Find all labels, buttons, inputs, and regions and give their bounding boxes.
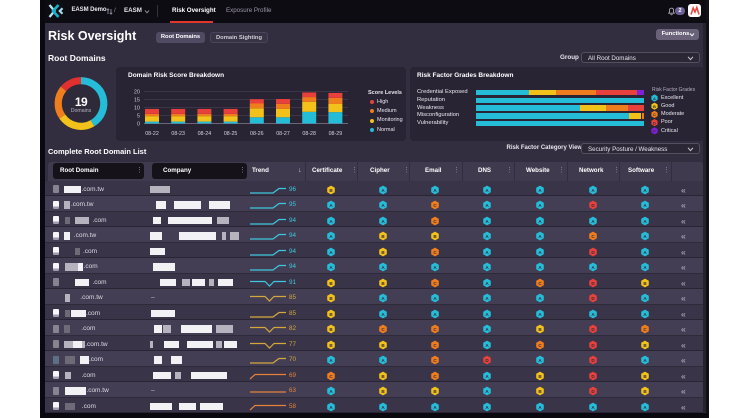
svg-text:D: D: [653, 120, 656, 125]
svg-text:A: A: [653, 96, 656, 101]
svg-text:B: B: [653, 104, 656, 109]
svg-text:C: C: [653, 112, 656, 117]
